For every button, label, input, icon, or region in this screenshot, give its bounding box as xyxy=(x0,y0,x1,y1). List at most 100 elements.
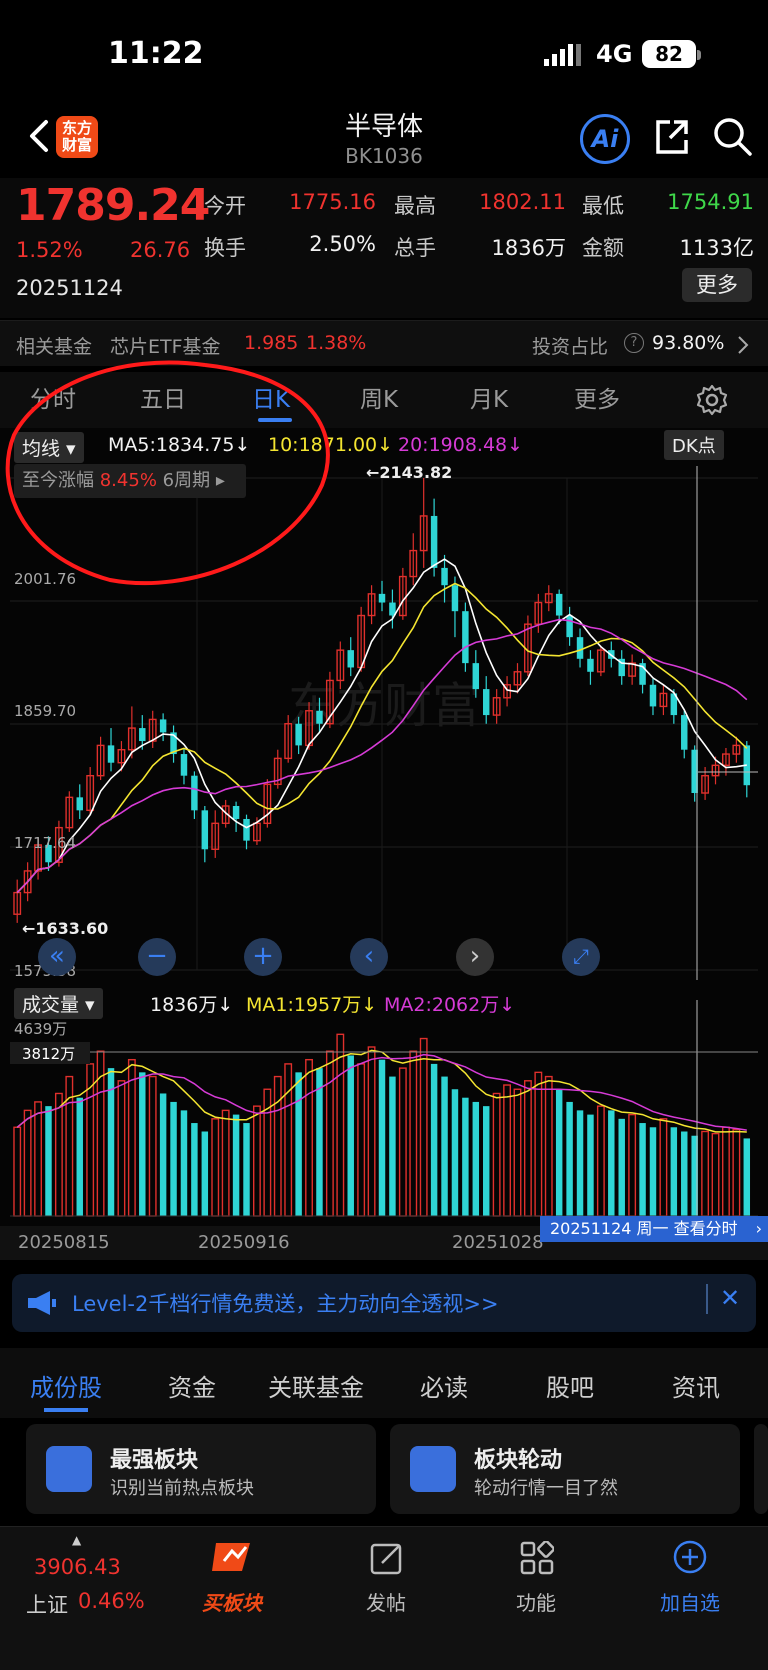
card-title: 板块轮动 xyxy=(474,1448,563,1473)
index-ticker[interactable]: ▲ 3906.43 上证 0.46% xyxy=(20,1533,160,1633)
scroll-right-button[interactable]: › xyxy=(456,938,494,976)
volume-bar-up xyxy=(127,1058,136,1217)
tab-more[interactable]: 更多 xyxy=(574,380,620,414)
volume-crosshair-value: 3812万 xyxy=(22,1045,75,1063)
volume-bar-down xyxy=(451,1089,459,1216)
functions-button[interactable]: 功能 xyxy=(486,1537,586,1637)
battery-cap xyxy=(697,50,701,60)
turnover-label: 换手 xyxy=(204,236,246,260)
x-axis-date-1: 20250815 xyxy=(18,1232,110,1253)
volume-bar-down xyxy=(191,1123,198,1216)
card-peek xyxy=(754,1424,768,1514)
tab-must-read[interactable]: 必读 xyxy=(420,1368,468,1403)
share-icon[interactable] xyxy=(652,114,692,158)
search-icon[interactable] xyxy=(710,114,754,158)
page-header: 东方 财富 半导体 BK1036 Ai xyxy=(0,100,768,176)
volume-bar-down xyxy=(430,1063,438,1216)
candle-down xyxy=(482,689,490,716)
candle-down xyxy=(232,805,240,819)
volume-bar-down xyxy=(180,1110,188,1216)
signal-icon xyxy=(544,44,581,66)
card-strongest-sector[interactable]: 最强板块 识别当前热点板块 xyxy=(26,1424,376,1514)
min-price-label: ←1633.60 xyxy=(22,919,108,938)
volume-bar-up xyxy=(398,1067,407,1217)
x-axis-date-2: 20250916 xyxy=(198,1232,290,1253)
volume-bar-down xyxy=(378,1059,386,1216)
open-value: 1775.16 xyxy=(289,190,376,214)
volume-bar-up xyxy=(596,1105,605,1217)
volume-bar-up xyxy=(273,1075,282,1217)
ai-button[interactable]: Ai xyxy=(580,114,630,164)
banner-text: Level-2千档行情免费送，主力动向全透视>> xyxy=(72,1292,499,1316)
volume-bar-down xyxy=(139,1072,146,1216)
fullscreen-button[interactable]: ⤢ xyxy=(562,938,600,976)
volume-bar-down xyxy=(608,1110,615,1216)
scroll-left-button[interactable]: ‹ xyxy=(350,938,388,976)
volume-bar-up xyxy=(659,1118,668,1217)
settings-gear-icon[interactable] xyxy=(696,384,728,416)
bottom-nav: ▲ 3906.43 上证 0.46% 买板块 发帖 功能 加自选 xyxy=(0,1526,768,1670)
candle-down xyxy=(139,728,146,742)
volume-bar-down xyxy=(618,1118,625,1216)
fund-percent: 1.38% xyxy=(306,332,367,354)
tab-month-k[interactable]: 月K xyxy=(470,380,508,414)
candle-down xyxy=(347,650,354,668)
dk-point-button[interactable]: DK点 xyxy=(664,430,724,460)
card-sector-rotation[interactable]: 板块轮动 轮动行情一目了然 xyxy=(390,1424,740,1514)
date-tooltip[interactable]: 20251124 周一 查看分时 › xyxy=(540,1216,768,1242)
volume-bar-up xyxy=(513,1088,522,1217)
volume-bar-down xyxy=(639,1123,646,1216)
volume-chart[interactable]: 4639万 3812万 xyxy=(0,1000,768,1220)
volume-bar-down xyxy=(555,1089,563,1216)
volume-bar-down xyxy=(232,1114,240,1216)
post-button[interactable]: 发帖 xyxy=(336,1537,436,1637)
volume-bar-up xyxy=(148,1075,157,1217)
candle-down xyxy=(576,637,584,659)
watermark-text: 东方财富 xyxy=(288,678,480,734)
candle-down xyxy=(107,745,115,763)
help-icon[interactable]: ? xyxy=(624,333,644,353)
volume-bar-down xyxy=(441,1076,448,1216)
tab-news[interactable]: 资讯 xyxy=(672,1368,720,1403)
tab-week-k[interactable]: 周K xyxy=(360,380,398,414)
candle-down xyxy=(295,723,302,746)
tab-forum[interactable]: 股吧 xyxy=(546,1368,594,1403)
megaphone-icon xyxy=(28,1291,56,1315)
volume-bar-down xyxy=(389,1076,396,1216)
candle-down xyxy=(451,585,459,612)
chevron-right-icon xyxy=(738,336,749,354)
card-subtitle: 识别当前热点板块 xyxy=(110,1478,254,1499)
level2-banner[interactable]: Level-2千档行情免费送，主力动向全透视>> ✕ xyxy=(12,1274,756,1332)
rotation-icon xyxy=(410,1446,456,1492)
tab-constituents[interactable]: 成份股 xyxy=(30,1368,102,1403)
volume-bar-up xyxy=(503,1084,512,1217)
volume-bar-up xyxy=(23,1109,32,1217)
volume-value: 1836万 xyxy=(491,236,566,260)
close-icon[interactable]: ✕ xyxy=(720,1284,740,1312)
candle-down xyxy=(472,663,480,690)
volume-bar-up xyxy=(722,1126,730,1217)
low-label: 最低 xyxy=(582,194,624,218)
scroll-left-fast-button[interactable]: « xyxy=(38,938,76,976)
network-type: 4G xyxy=(596,40,633,68)
tab-capital[interactable]: 资金 xyxy=(168,1368,216,1403)
volume-bar-up xyxy=(701,1130,710,1217)
volume-bar-down xyxy=(482,1106,490,1216)
high-label: 最高 xyxy=(394,194,436,218)
zoom-in-button[interactable]: + xyxy=(244,938,282,976)
add-circle-icon xyxy=(673,1540,707,1574)
zoom-out-button[interactable]: − xyxy=(138,938,176,976)
volume-bar-up xyxy=(419,1037,428,1217)
add-watchlist-button[interactable]: 加自选 xyxy=(640,1537,740,1637)
card-subtitle: 轮动行情一目了然 xyxy=(474,1478,618,1499)
max-price-label: ←2143.82 xyxy=(366,463,452,482)
buy-sector-button[interactable]: 买板块 xyxy=(182,1537,282,1637)
index-value: 3906.43 xyxy=(34,1555,121,1579)
volume-bar-down xyxy=(170,1101,177,1216)
tab-related-funds[interactable]: 关联基金 xyxy=(268,1368,364,1403)
change-amount: 26.76 xyxy=(130,238,191,262)
more-button[interactable]: 更多 xyxy=(682,268,752,302)
quote-panel: 1789.24 1.52% 26.76 20251124 今开 1775.16 … xyxy=(0,178,768,318)
banner-divider xyxy=(706,1284,708,1314)
volume-label: 总手 xyxy=(394,236,436,260)
